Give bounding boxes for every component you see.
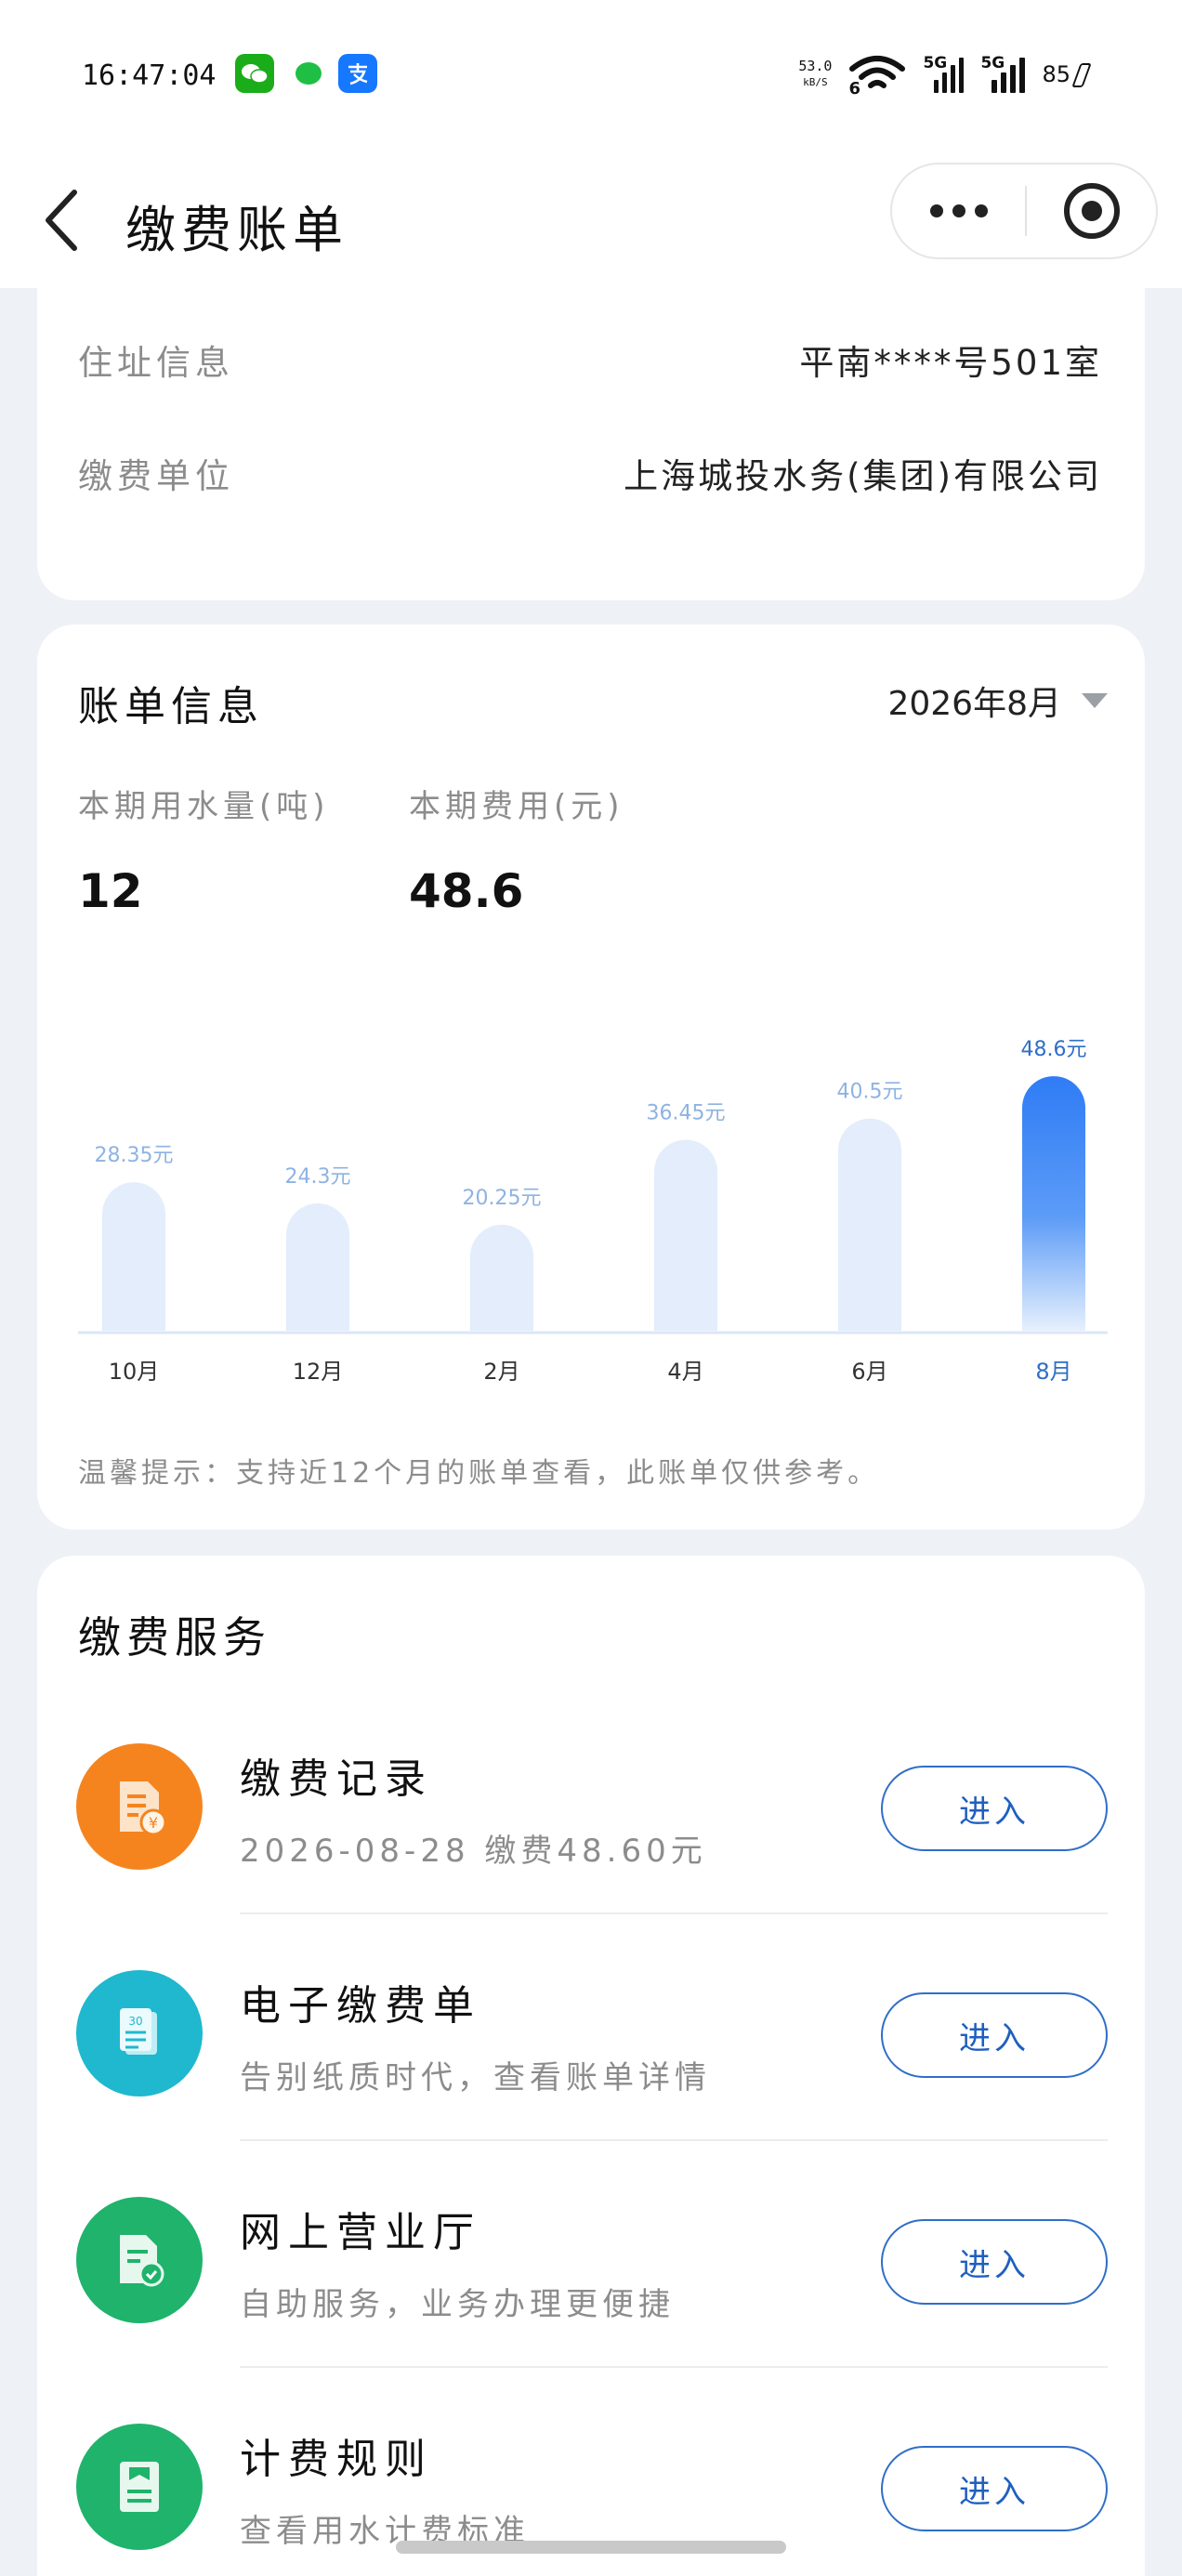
address-label: 住址信息 bbox=[78, 343, 234, 383]
wifi-icon: 6 bbox=[848, 54, 906, 99]
alipay-icon bbox=[338, 54, 377, 93]
chart-bar[interactable] bbox=[654, 1139, 717, 1331]
more-menu-icon[interactable] bbox=[892, 164, 1025, 257]
service-desc: 自助服务，业务办理更便捷 bbox=[240, 2286, 675, 2323]
chart-x-tick-label: 12月 bbox=[293, 1359, 344, 1385]
chart-bar[interactable] bbox=[838, 1118, 901, 1331]
service-item-e-bill: 30 电子缴费单 告别纸质时代，查看账单详情 进入 bbox=[37, 1914, 1145, 2141]
payee-row: 缴费单位 上海城投水务(集团)有限公司 bbox=[78, 448, 1102, 498]
period-value: 2026年8月 bbox=[887, 685, 1061, 723]
service-name: 网上营业厅 bbox=[240, 2209, 481, 2256]
caret-down-icon bbox=[1082, 693, 1108, 708]
bill-history-chart: 28.35元 10月 24.3元 12月 20.25元 2月 36.45元 4月 40.5元 6月… bbox=[37, 987, 1145, 1396]
chart-x-tick-label: 10月 bbox=[109, 1359, 160, 1385]
chart-bar[interactable] bbox=[1022, 1076, 1085, 1331]
services-title: 缴费服务 bbox=[78, 1612, 271, 1663]
chart-value-label: 48.6元 bbox=[1021, 1038, 1087, 1061]
home-indicator bbox=[396, 2541, 786, 2554]
mini-program-capsule bbox=[890, 163, 1158, 259]
bill-title: 账单信息 bbox=[78, 683, 264, 730]
back-icon[interactable] bbox=[39, 181, 85, 256]
billing-rule-icon bbox=[76, 2424, 203, 2550]
status-indicators: 53.0 kB/S 6 5G 5G 85 bbox=[798, 54, 1092, 99]
chart-bar[interactable] bbox=[102, 1182, 165, 1331]
chart-value-label: 24.3元 bbox=[285, 1165, 351, 1189]
chart-value-label: 36.45元 bbox=[647, 1102, 726, 1125]
enter-e-bill-button[interactable]: 进入 bbox=[881, 1992, 1108, 2078]
payment-services-card: 缴费服务 ¥ 缴费记录 2026-08-28 缴费48.60元 进入 30 电子… bbox=[37, 1556, 1145, 2576]
svg-text:¥: ¥ bbox=[149, 1814, 158, 1832]
network-speed: 53.0 kB/S bbox=[798, 58, 833, 89]
status-time: 16:47:04 bbox=[82, 59, 217, 92]
battery-icon bbox=[1071, 63, 1092, 87]
chart-bar[interactable] bbox=[470, 1224, 533, 1331]
service-name: 电子缴费单 bbox=[240, 1982, 481, 2030]
service-item-payment-record: ¥ 缴费记录 2026-08-28 缴费48.60元 进入 bbox=[37, 1688, 1145, 1914]
bill-tip: 温馨提示：支持近12个月的账单查看，此账单仅供参考。 bbox=[78, 1457, 880, 1490]
bill-info-card: 账单信息 2026年8月 本期用水量(吨) 本期费用(元) 12 48.6 28… bbox=[37, 624, 1145, 1530]
service-desc: 2026-08-28 缴费48.60元 bbox=[240, 1833, 707, 1870]
chart-value-label: 40.5元 bbox=[837, 1081, 903, 1104]
signal-icon: 5G bbox=[923, 54, 965, 93]
enter-payment-record-button[interactable]: 进入 bbox=[881, 1766, 1108, 1851]
status-bar: 16:47:04 53.0 kB/S 6 5G 5G 85 bbox=[0, 0, 1182, 153]
service-name: 缴费记录 bbox=[240, 1755, 433, 1803]
service-item-online-hall: 网上营业厅 自助服务，业务办理更便捷 进入 bbox=[37, 2141, 1145, 2368]
address-card: 住址信息 平南****号501室 缴费单位 上海城投水务(集团)有限公司 bbox=[37, 288, 1145, 600]
chart-x-tick-label: 4月 bbox=[667, 1359, 703, 1385]
svg-text:30: 30 bbox=[128, 2015, 142, 2028]
wechat-icon bbox=[235, 54, 274, 93]
page-title: 缴费账单 bbox=[125, 201, 348, 259]
enter-online-hall-button[interactable]: 进入 bbox=[881, 2219, 1108, 2305]
payment-record-icon: ¥ bbox=[76, 1743, 203, 1870]
nav-header: 缴费账单 bbox=[0, 153, 1182, 288]
address-row: 住址信息 平南****号501室 bbox=[78, 335, 1102, 385]
chart-x-tick-label: 8月 bbox=[1035, 1359, 1071, 1385]
service-name: 计费规则 bbox=[240, 2436, 433, 2483]
chart-x-tick-label: 6月 bbox=[851, 1359, 887, 1385]
battery-level: 85 bbox=[1042, 61, 1092, 87]
online-hall-icon bbox=[76, 2197, 203, 2323]
e-bill-icon: 30 bbox=[76, 1970, 203, 2096]
close-mini-program-icon[interactable] bbox=[1027, 183, 1156, 239]
usage-label: 本期用水量(吨) bbox=[78, 788, 330, 825]
fee-label: 本期费用(元) bbox=[409, 788, 624, 825]
chart-value-label: 28.35元 bbox=[95, 1144, 174, 1167]
enter-billing-rule-button[interactable]: 进入 bbox=[881, 2446, 1108, 2531]
chart-x-tick-label: 2月 bbox=[483, 1359, 519, 1385]
service-desc: 告别纸质时代，查看账单详情 bbox=[240, 2059, 711, 2096]
payee-value: 上海城投水务(集团)有限公司 bbox=[624, 456, 1102, 496]
message-icon bbox=[289, 54, 328, 93]
chart-value-label: 20.25元 bbox=[463, 1187, 542, 1210]
chart-bar[interactable] bbox=[286, 1203, 349, 1331]
period-selector[interactable]: 2026年8月 bbox=[887, 677, 1108, 725]
payee-label: 缴费单位 bbox=[78, 456, 234, 496]
fee-value: 48.6 bbox=[409, 864, 524, 918]
address-value: 平南****号501室 bbox=[799, 343, 1102, 383]
usage-value: 12 bbox=[78, 864, 143, 918]
signal-icon: 5G bbox=[980, 54, 1026, 93]
